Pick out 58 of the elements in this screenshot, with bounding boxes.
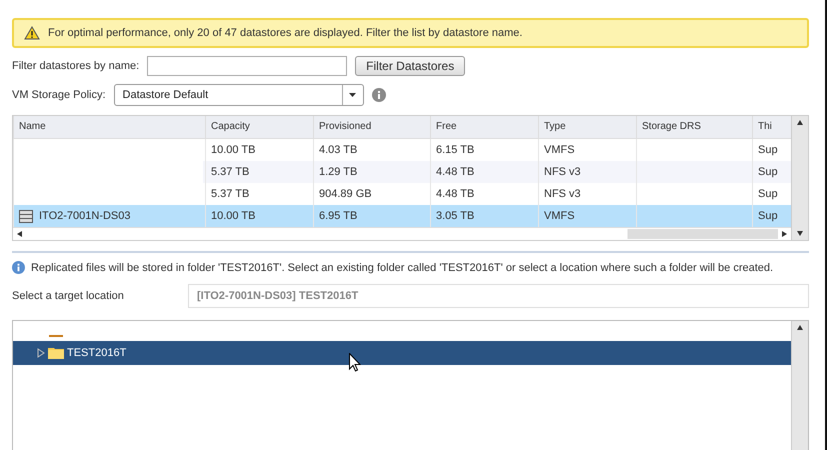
target-label: Select a target location: [12, 290, 125, 302]
scroll-up-icon[interactable]: [797, 120, 803, 125]
column-header[interactable]: Storage DRS: [636, 116, 752, 138]
table-cell: Sup: [758, 166, 778, 178]
scroll-down-icon[interactable]: [797, 231, 803, 236]
table-cell: Sup: [758, 210, 778, 222]
vertical-scrollbar[interactable]: [791, 321, 808, 450]
policy-dropdown[interactable]: Datastore Default: [114, 84, 364, 106]
caret-icon: [349, 93, 356, 97]
table-cell: 6.95 TB: [319, 210, 358, 222]
filter-field[interactable]: [147, 56, 348, 76]
table-cell: 4.48 TB: [436, 188, 474, 200]
column-header[interactable]: Free: [430, 116, 538, 138]
table-cell: NFS v3: [544, 188, 581, 200]
table-row[interactable]: 5.37 TB 1.29 TB 4.48 TB NFS v3 Sup: [13, 161, 791, 184]
warning-text: For optimal performance, only 20 of 47 datastores are displayed. Filter the list by datastore name.: [48, 27, 522, 39]
column-header[interactable]: Name: [13, 116, 205, 138]
info-text: Replicated files will be stored in folder 'TEST2016T'. Select an existing folder called 'TEST2016T' or select a location where such a folder will be created.: [30, 261, 774, 276]
table-row[interactable]: ITO2-7001N-DS03 10.00 TB 6.95 TB 3.05 TB VMFS Sup: [13, 205, 791, 228]
table-cell: 5.37 TB: [211, 166, 250, 178]
tree-item-label: TEST2016T: [67, 347, 126, 359]
info-icon: [12, 261, 25, 274]
datastore-icon: [19, 210, 33, 223]
folder-icon: [48, 347, 64, 359]
horizontal-scrollbar[interactable]: [13, 227, 791, 240]
table-cell: 4.48 TB: [436, 166, 474, 178]
table-cell: 5.37 TB: [211, 188, 250, 200]
scroll-up-icon[interactable]: [797, 325, 803, 330]
column-header[interactable]: Provisioned: [313, 116, 430, 138]
policy-label: VM Storage Policy:: [12, 89, 106, 101]
table-cell: 6.15 TB: [436, 144, 474, 156]
scroll-left-icon[interactable]: [17, 231, 22, 238]
info-icon[interactable]: [372, 88, 386, 102]
table-cell: VMFS: [544, 144, 575, 156]
table-cell: VMFS: [544, 210, 575, 222]
splitter-handle[interactable]: [12, 251, 809, 253]
expand-icon[interactable]: [37, 348, 45, 358]
target-field: [ITO2-7001N-DS03] TEST2016T: [188, 284, 809, 308]
mouse-cursor-icon: [349, 353, 361, 372]
filter-label: Filter datastores by name:: [12, 60, 140, 72]
column-header[interactable]: Type: [538, 116, 636, 138]
filter-button[interactable]: Filter Datastores: [355, 56, 466, 76]
warning-icon: [24, 26, 40, 40]
table-cell: 904.89 GB: [319, 188, 372, 200]
column-header[interactable]: Thi: [752, 116, 788, 138]
table-cell: Sup: [758, 188, 778, 200]
column-header[interactable]: Capacity: [205, 116, 313, 138]
table-cell: 10.00 TB: [211, 210, 256, 222]
table-cell: ITO2-7001N-DS03: [39, 210, 131, 222]
table-cell: 3.05 TB: [436, 210, 474, 222]
tree-item[interactable]: TEST2016T: [13, 341, 791, 365]
scroll-right-icon[interactable]: [782, 231, 787, 238]
table-cell: 4.03 TB: [319, 144, 358, 156]
table-cell: Sup: [758, 144, 778, 156]
table-cell: NFS v3: [544, 166, 581, 178]
table-cell: 10.00 TB: [211, 144, 256, 156]
vertical-scrollbar[interactable]: [791, 116, 808, 240]
table-cell: 1.29 TB: [319, 166, 358, 178]
